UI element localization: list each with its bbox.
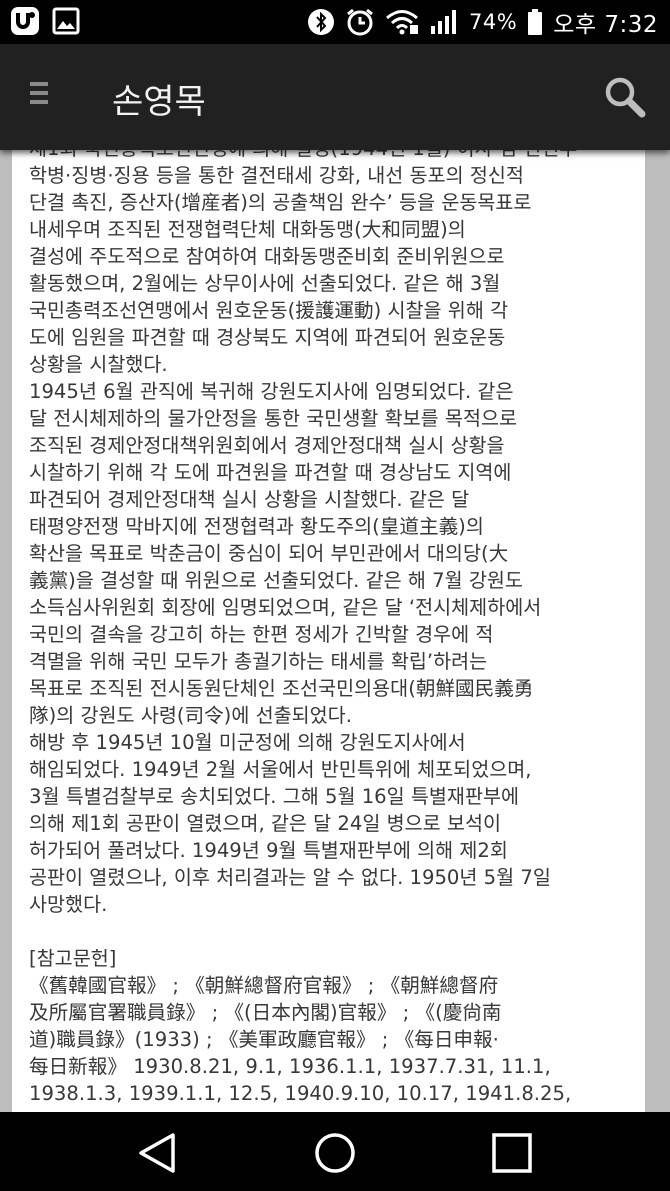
article-text: 제1회 국민총력조선연맹에 의해 결성(1944년 1월) 이사 겸 선전부학병… [29,150,639,1107]
battery-percent: 74% [469,10,518,34]
article-line: 태평양전쟁 막바지에 전쟁협력과 황도주의(皇道主義)의 [29,515,484,538]
article-line: 義黨)을 결성할 때 위원으로 선출되었다. 같은 해 7월 강원도 [29,569,523,592]
article-card: 제1회 국민총력조선연맹에 의해 결성(1944년 1월) 이사 겸 선전부학병… [12,150,645,1112]
home-circle-icon[interactable] [310,1128,360,1178]
article-line: 달 전시체제하의 물가안정을 통한 국민생활 확보를 목적으로 [29,407,518,430]
article-line: 소득심사위원회 회장에 임명되었으며, 같은 달 ‘전시체제하에서 [29,596,542,619]
content-area[interactable]: 제1회 국민총력조선연맹에 의해 결성(1944년 1월) 이사 겸 선전부학병… [0,150,670,1112]
article-line: 내세우며 조직된 전쟁협력단체 대화동맹(大和同盟)의 [29,218,466,241]
article-line: 단결 촉진, 증산자(增産者)의 공출책임 완수’ 등을 운동목표로 [29,191,532,214]
page-title: 손영목 [112,82,206,122]
article-line: [참고문헌] [29,947,117,970]
wifi-icon [386,10,419,35]
article-line: 道)職員錄》(1933) ; 《美軍政廳官報》 ; 《每日申報· [29,1028,499,1051]
article-line: 격멸을 위해 국민 모두가 총궐기하는 태세를 확립’하려는 [29,650,488,673]
article-line: 의해 제1회 공판이 열렸으며, 같은 달 24일 병으로 보석이 [29,812,502,835]
bluetooth-icon [308,9,335,35]
system-status: 74% 오후 7:32 [307,4,658,40]
article-line: 확산을 목표로 박춘금이 중심이 되어 부민관에서 대의당(大 [29,542,509,565]
article-line: 1945년 6월 관직에 복귀해 강원도지사에 임명되었다. 같은 [29,380,514,403]
image-icon [52,7,80,35]
article-line: 《舊韓國官報》 ; 《朝鮮總督府官報》 ; 《朝鮮總督府 [29,974,499,997]
alarm-icon [347,8,373,36]
article-line: 도에 임원을 파견할 때 경상북도 지역에 파견되어 원호운동 [29,326,506,349]
article-line: 시찰하기 위해 각 도에 파견원을 파견할 때 경상남도 지역에 [29,461,512,484]
article-line: 국민총력조선연맹에서 원호운동(援護運動) 시찰을 위해 각 [29,299,509,322]
notification-icons [10,6,80,36]
article-line: 국민의 결속을 강고히 하는 한편 정세가 긴박할 경우에 적 [29,623,494,646]
article-line: 3월 특별검찰부로 송치되었다. 그해 5월 16일 특별재판부에 [29,785,520,808]
back-triangle-icon[interactable] [133,1128,183,1178]
app-u-icon [11,7,39,35]
article-line: 사망했다. [29,893,108,916]
article-line: 每日新報》 1930.8.21, 9.1, 1936.1.1, 1937.7.3… [29,1055,551,1078]
article-line: 결성에 주도적으로 참여하여 대화동맹준비회 준비위원으로 [29,245,505,268]
article-line: 상황을 시찰했다. [29,353,168,376]
app-bar: 손영목 [0,44,670,150]
navigation-bar [0,1112,670,1191]
article-line: 학병·징병·징용 등을 통한 결전태세 강화, 내선 동포의 정신적 [29,164,524,187]
article-line: 1938.1.3, 1939.1.1, 12.5, 1940.9.10, 10.… [29,1082,572,1105]
clock: 오후 7:32 [553,12,658,38]
phone-screen: 74% 오후 7:32 손영목 제1회 국민총력조선연맹에 의해 결성(1944… [0,0,670,1191]
signal-icon [431,10,457,34]
article-line: 제1회 국민총력조선연맹에 의해 결성(1944년 1월) 이사 겸 선전부 [29,150,639,162]
hamburger-icon[interactable] [30,82,60,112]
article-line: 파견되어 경제안정대책 실시 상황을 시찰했다. 같은 달 [29,488,470,511]
article-line: 해방 후 1945년 10월 미군정에 의해 강원도지사에서 [29,731,466,754]
battery-icon [528,9,543,35]
article-line: 목표로 조직된 전시동원단체인 조선국민의용대(朝鮮國民義勇 [29,677,534,700]
recents-square-icon[interactable] [487,1128,537,1178]
article-line: 해임되었다. 1949년 2월 서울에서 반민특위에 체포되었으며, [29,758,532,781]
search-icon[interactable] [602,74,648,120]
article-line [29,918,639,945]
article-line: 隊)의 강원도 사령(司令)에 선출되었다. [29,704,352,727]
article-line: 공판이 열렸으나, 이후 처리결과는 알 수 없다. 1950년 5월 7일 [29,866,551,889]
article-line: 及所屬官署職員錄》 ; 《(日本內閣)官報》 ; 《(慶尙南 [29,1001,502,1024]
article-line: 활동했으며, 2월에는 상무이사에 선출되었다. 같은 해 3월 [29,272,501,295]
article-line: 허가되어 풀려났다. 1949년 9월 특별재판부에 의해 제2회 [29,839,508,862]
status-bar: 74% 오후 7:32 [0,0,670,44]
article-line: 조직된 경제안정대책위원회에서 경제안정대책 실시 상황을 [29,434,505,457]
